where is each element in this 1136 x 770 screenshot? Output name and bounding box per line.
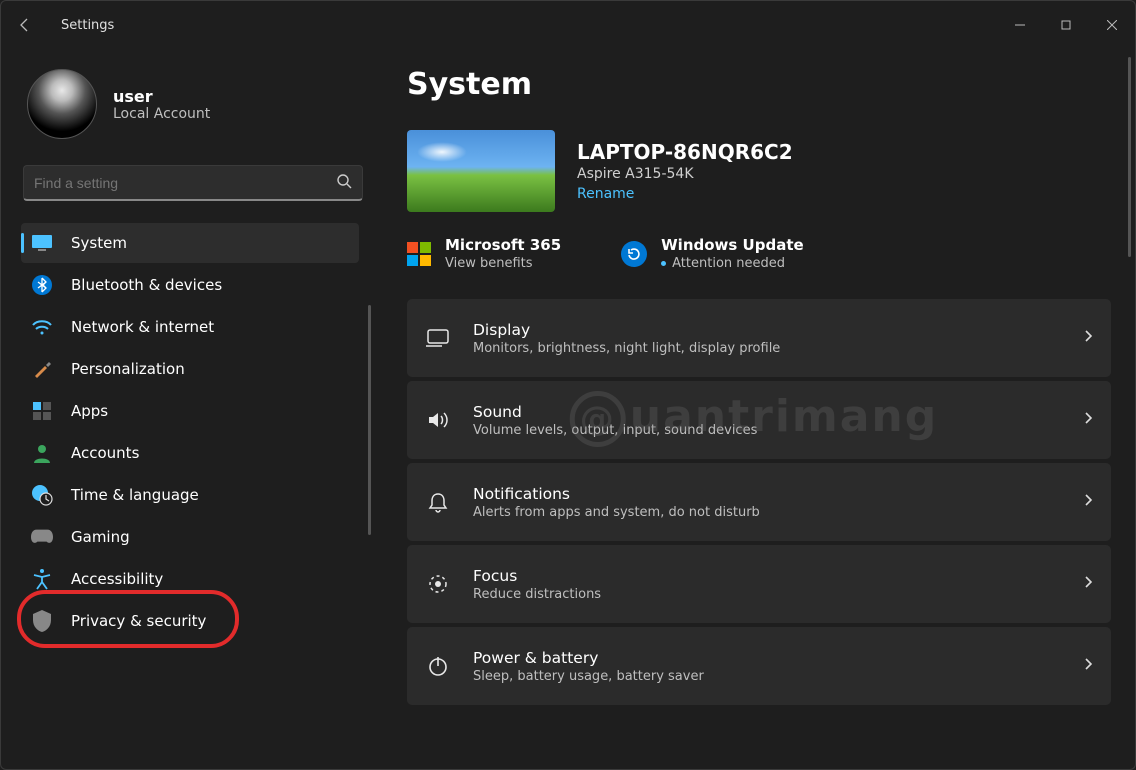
sidebar-item-label: Time & language xyxy=(71,486,199,504)
close-button[interactable] xyxy=(1089,9,1135,41)
card-sub: Volume levels, output, input, sound devi… xyxy=(473,423,1061,438)
card-title: Sound xyxy=(473,403,1061,421)
search-input[interactable] xyxy=(34,175,304,191)
sidebar-item-privacy[interactable]: Privacy & security xyxy=(21,601,359,641)
card-title: Power & battery xyxy=(473,649,1061,667)
sidebar-item-label: Personalization xyxy=(71,360,185,378)
minimize-button[interactable] xyxy=(997,9,1043,41)
main-content: System LAPTOP-86NQR6C2 Aspire A315-54K R… xyxy=(373,49,1135,769)
wifi-icon xyxy=(31,316,53,338)
card-title: Focus xyxy=(473,567,1061,585)
profile-block[interactable]: user Local Account xyxy=(27,69,365,139)
app-title: Settings xyxy=(61,18,114,33)
sidebar-item-system[interactable]: System xyxy=(21,223,359,263)
card-notifications[interactable]: Notifications Alerts from apps and syste… xyxy=(407,463,1111,541)
sidebar-item-label: Accounts xyxy=(71,444,139,462)
sidebar-item-apps[interactable]: Apps xyxy=(21,391,359,431)
chevron-right-icon xyxy=(1083,493,1093,511)
brush-icon xyxy=(31,358,53,380)
sidebar-item-accessibility[interactable]: Accessibility xyxy=(21,559,359,599)
sidebar-item-accounts[interactable]: Accounts xyxy=(21,433,359,473)
sidebar-item-label: Network & internet xyxy=(71,318,214,336)
focus-icon xyxy=(425,571,451,597)
card-display[interactable]: Display Monitors, brightness, night ligh… xyxy=(407,299,1111,377)
avatar xyxy=(27,69,97,139)
card-sub: Monitors, brightness, night light, displ… xyxy=(473,341,1061,356)
card-title: Notifications xyxy=(473,485,1061,503)
card-sub: Sleep, battery usage, battery saver xyxy=(473,669,1061,684)
microsoft-logo-icon xyxy=(407,242,431,266)
status-bullet-icon xyxy=(661,261,666,266)
maximize-button[interactable] xyxy=(1043,9,1089,41)
card-power[interactable]: Power & battery Sleep, battery usage, ba… xyxy=(407,627,1111,705)
sidebar-item-label: Gaming xyxy=(71,528,130,546)
card-sub: Reduce distractions xyxy=(473,587,1061,602)
chevron-right-icon xyxy=(1083,329,1093,347)
system-icon xyxy=(31,232,53,254)
card-sound[interactable]: Sound Volume levels, output, input, soun… xyxy=(407,381,1111,459)
chevron-right-icon xyxy=(1083,411,1093,429)
apps-icon xyxy=(31,400,53,422)
sidebar-item-label: Privacy & security xyxy=(71,612,206,630)
card-title: Display xyxy=(473,321,1061,339)
ms365-sub: View benefits xyxy=(445,256,561,271)
search-icon xyxy=(336,173,352,193)
sidebar-item-label: Accessibility xyxy=(71,570,163,588)
microsoft-365-block[interactable]: Microsoft 365 View benefits xyxy=(407,236,561,271)
sidebar-item-label: System xyxy=(71,234,127,252)
sidebar-item-personalization[interactable]: Personalization xyxy=(21,349,359,389)
wupdate-sub: Attention needed xyxy=(672,256,785,271)
bell-icon xyxy=(425,489,451,515)
display-icon xyxy=(425,325,451,351)
windows-update-block[interactable]: Windows Update Attention needed xyxy=(621,236,804,271)
device-model: Aspire A315-54K xyxy=(577,166,793,182)
gamepad-icon xyxy=(31,526,53,548)
card-focus[interactable]: Focus Reduce distractions xyxy=(407,545,1111,623)
search-box[interactable] xyxy=(23,165,363,201)
clock-globe-icon xyxy=(31,484,53,506)
bluetooth-icon xyxy=(31,274,53,296)
sidebar-scrollbar[interactable] xyxy=(368,305,371,535)
page-title: System xyxy=(407,67,1111,102)
shield-icon xyxy=(31,610,53,632)
sound-icon xyxy=(425,407,451,433)
chevron-right-icon xyxy=(1083,657,1093,675)
settings-cards: Display Monitors, brightness, night ligh… xyxy=(407,299,1111,705)
accessibility-icon xyxy=(31,568,53,590)
person-icon xyxy=(31,442,53,464)
nav-list: System Bluetooth & devices Network & int… xyxy=(21,223,365,641)
sidebar-item-label: Apps xyxy=(71,402,108,420)
ms365-title: Microsoft 365 xyxy=(445,236,561,254)
sidebar-item-label: Bluetooth & devices xyxy=(71,276,222,294)
sidebar-item-network[interactable]: Network & internet xyxy=(21,307,359,347)
device-thumbnail[interactable] xyxy=(407,130,555,212)
wupdate-title: Windows Update xyxy=(661,236,804,254)
power-icon xyxy=(425,653,451,679)
sidebar-item-gaming[interactable]: Gaming xyxy=(21,517,359,557)
back-button[interactable] xyxy=(9,9,41,41)
chevron-right-icon xyxy=(1083,575,1093,593)
rename-link[interactable]: Rename xyxy=(577,186,634,202)
sidebar-item-bluetooth[interactable]: Bluetooth & devices xyxy=(21,265,359,305)
sidebar: user Local Account System Bluetooth & de… xyxy=(1,49,373,769)
windows-update-icon xyxy=(621,241,647,267)
titlebar: Settings xyxy=(1,1,1135,49)
device-name: LAPTOP-86NQR6C2 xyxy=(577,140,793,164)
user-name: user xyxy=(113,87,210,106)
device-block: LAPTOP-86NQR6C2 Aspire A315-54K Rename xyxy=(407,130,1111,212)
account-type: Local Account xyxy=(113,106,210,122)
card-sub: Alerts from apps and system, do not dist… xyxy=(473,505,1061,520)
sidebar-item-time-language[interactable]: Time & language xyxy=(21,475,359,515)
main-scrollbar[interactable] xyxy=(1128,57,1131,257)
window-controls xyxy=(997,9,1135,41)
